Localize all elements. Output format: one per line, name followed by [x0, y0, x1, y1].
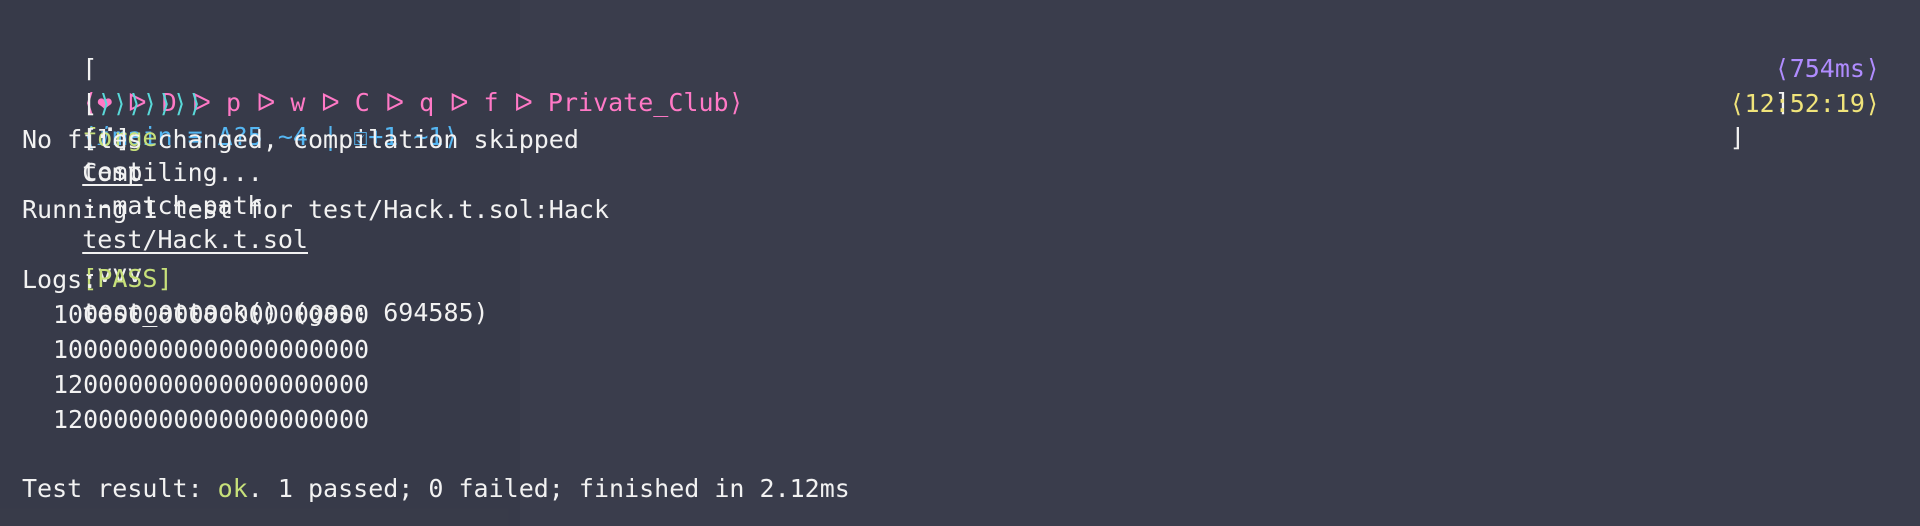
result-prefix: Test result:	[22, 474, 218, 503]
log-entry: 120000000000000000000	[53, 370, 370, 399]
prompt-duration-group: ⟨754ms⟩ ⌉	[1714, 18, 1880, 117]
test-result-line: Test result: ok. 1 passed; 0 failed; fin…	[22, 472, 850, 506]
compiling-line: [⠊] Compiling...	[22, 88, 263, 187]
result-summary: . 1 passed; 0 failed; finished in 2.12ms	[247, 474, 850, 503]
terminal-window[interactable]: ⌈ ⟨❤ ᐅ D ᐅ p ᐅ w ᐅ C ᐅ q ᐅ f ᐅ Private_C…	[0, 0, 1920, 526]
prompt-line: ⌈ ⟨❤ ᐅ D ᐅ p ᐅ w ᐅ C ᐅ q ᐅ f ᐅ Private_C…	[22, 18, 743, 151]
logs-label: Logs:	[22, 265, 98, 294]
prompt-time: ⟨12:52:19⟩	[1729, 89, 1880, 118]
log-entry: 100000000000000000000	[53, 300, 370, 329]
no-changes-line: No files changed, compilation skipped	[22, 125, 579, 154]
result-ok: ok	[217, 474, 248, 503]
compiling-text: Compiling...	[82, 158, 263, 187]
log-entry: 120000000000000000000	[53, 405, 370, 434]
log-entry: 100000000000000000000	[53, 335, 370, 364]
running-line: Running 1 test for test/Hack.t.sol:Hack	[22, 195, 609, 224]
command-close-bracket: ⌋	[1729, 123, 1745, 152]
pass-line: [PASS] test_attack() (gas: 694585)	[22, 228, 488, 327]
prompt-time-group: ⟨12:52:19⟩ ⌋	[1669, 53, 1880, 152]
command-line[interactable]: ⌊⟩⟩⟩⟩⟩⟩⟩ forge test --match-path test/Ha…	[22, 53, 308, 288]
